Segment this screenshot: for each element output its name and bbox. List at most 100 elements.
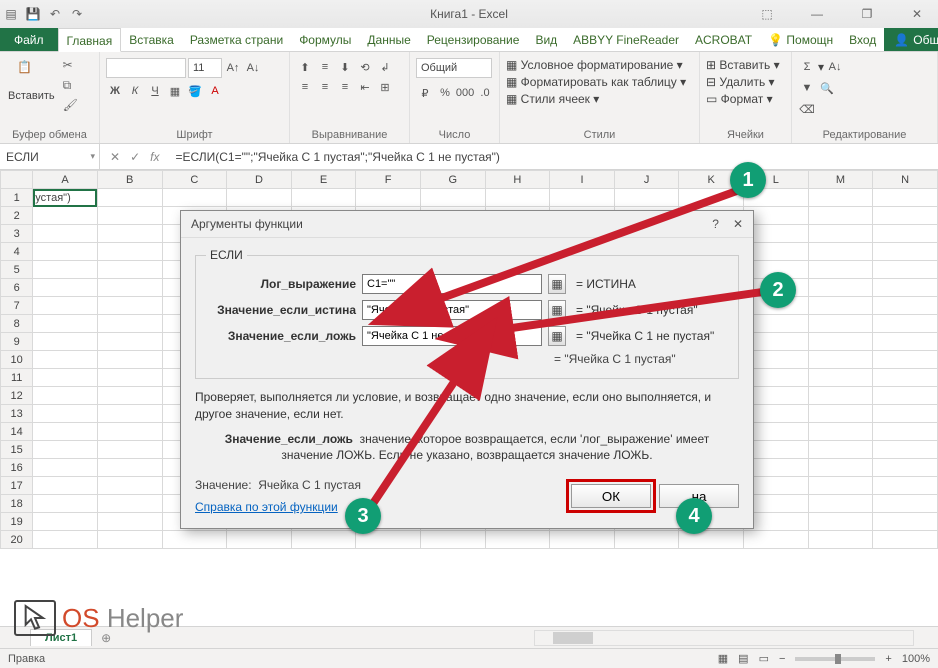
cell[interactable] [97,279,162,297]
cell[interactable] [162,189,227,207]
align-left-icon[interactable]: ≡ [296,78,314,96]
column-header[interactable]: C [162,171,227,189]
cell[interactable] [808,279,873,297]
column-header[interactable]: B [97,171,162,189]
row-header[interactable]: 17 [1,477,33,495]
cell[interactable] [873,207,938,225]
cell[interactable] [873,495,938,513]
underline-icon[interactable]: Ч [146,82,164,100]
cell[interactable] [808,333,873,351]
cell[interactable] [873,423,938,441]
zoom-out-icon[interactable]: − [779,653,785,665]
format-painter-icon[interactable]: 🖌 [63,98,83,114]
close-icon[interactable]: ✕ [900,7,934,21]
cell[interactable] [808,459,873,477]
row-header[interactable]: 4 [1,243,33,261]
insert-cells-button[interactable]: ⊞ Вставить ▾ [706,58,780,72]
cell[interactable] [873,369,938,387]
cell[interactable] [420,189,485,207]
cell[interactable] [356,531,421,549]
tab-view[interactable]: Вид [527,28,565,51]
range-select-icon[interactable]: ▦ [548,300,566,320]
cell[interactable] [873,315,938,333]
cell[interactable] [550,531,615,549]
orientation-icon[interactable]: ⟲ [356,58,374,76]
fill-icon[interactable]: ▼ [798,79,816,97]
wrap-text-icon[interactable]: ↲ [376,58,394,76]
row-header[interactable]: 16 [1,459,33,477]
share-button[interactable]: 👤 Общий доступ [884,28,938,51]
sign-in[interactable]: Вход [841,28,884,51]
cell[interactable] [97,441,162,459]
autosum-icon[interactable]: Σ [798,58,816,76]
column-header[interactable]: F [356,171,421,189]
tab-review[interactable]: Рецензирование [419,28,528,51]
row-header[interactable]: 18 [1,495,33,513]
cell[interactable] [33,333,98,351]
cell[interactable] [97,315,162,333]
bold-icon[interactable]: Ж [106,82,124,100]
align-right-icon[interactable]: ≡ [336,78,354,96]
currency-icon[interactable]: ₽ [416,84,434,102]
tab-formulas[interactable]: Формулы [291,28,359,51]
format-cells-button[interactable]: ▭ Формат ▾ [706,92,773,106]
cell[interactable] [97,477,162,495]
clear-icon[interactable]: ⌫ [798,100,816,118]
row-header[interactable]: 2 [1,207,33,225]
row-header[interactable]: 12 [1,387,33,405]
cell[interactable] [873,225,938,243]
row-header[interactable]: 20 [1,531,33,549]
font-color-icon[interactable]: A [206,82,224,100]
cell[interactable] [33,477,98,495]
cell[interactable] [33,405,98,423]
row-header[interactable]: 3 [1,225,33,243]
cell[interactable] [808,441,873,459]
row-header[interactable]: 7 [1,297,33,315]
align-middle-icon[interactable]: ≡ [316,58,334,76]
italic-icon[interactable]: К [126,82,144,100]
cell[interactable] [873,189,938,207]
function-help-link[interactable]: Справка по этой функции [195,500,361,514]
cell[interactable] [873,297,938,315]
align-top-icon[interactable]: ⬆ [296,58,314,76]
dialog-help-icon[interactable]: ? [712,217,719,231]
cell[interactable] [808,261,873,279]
cell[interactable] [808,297,873,315]
column-header[interactable]: K [679,171,744,189]
zoom-in-icon[interactable]: + [885,653,891,665]
indent-dec-icon[interactable]: ⇤ [356,78,374,96]
cell[interactable] [873,405,938,423]
cell[interactable] [679,189,744,207]
cell[interactable] [97,459,162,477]
cell[interactable] [33,297,98,315]
tab-file[interactable]: Файл [0,28,58,51]
increase-font-icon[interactable]: A↑ [224,59,242,77]
enter-formula-icon[interactable]: ✓ [130,150,140,164]
cell[interactable] [808,243,873,261]
sheet-tab-1[interactable]: Лист1 [30,629,92,646]
inc-decimal-icon[interactable]: .0 [476,84,494,102]
cell[interactable] [33,423,98,441]
cell[interactable] [33,369,98,387]
row-header[interactable]: 15 [1,441,33,459]
tab-insert[interactable]: Вставка [121,28,182,51]
cell[interactable] [873,441,938,459]
cancel-button[interactable]: на [659,484,739,508]
cell[interactable] [808,189,873,207]
minimize-icon[interactable]: — [800,7,834,21]
cell[interactable] [97,189,162,207]
tab-layout[interactable]: Разметка страни [182,28,291,51]
cell[interactable] [808,207,873,225]
align-center-icon[interactable]: ≡ [316,78,334,96]
row-header[interactable]: 9 [1,333,33,351]
cell[interactable] [679,531,744,549]
cell[interactable] [873,387,938,405]
cell[interactable] [33,261,98,279]
cell[interactable] [97,243,162,261]
cell[interactable] [873,333,938,351]
percent-icon[interactable]: % [436,84,454,102]
cell[interactable] [808,405,873,423]
cell[interactable] [291,531,356,549]
paste-button[interactable]: 📋 Вставить [6,58,57,104]
cell[interactable] [291,189,356,207]
